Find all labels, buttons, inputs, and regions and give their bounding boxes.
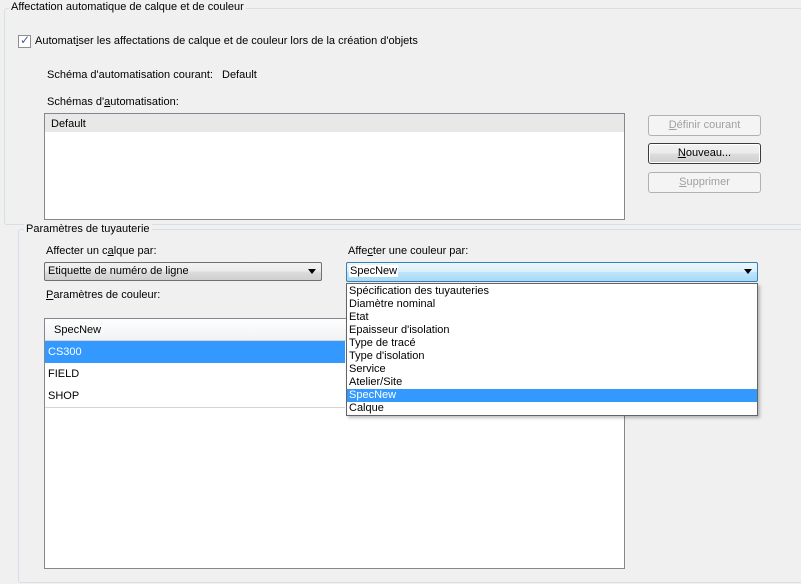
- label-part: Affe: [348, 245, 368, 257]
- chevron-down-icon: [308, 269, 316, 274]
- dropdown-option[interactable]: Etat: [347, 311, 757, 324]
- dropdown-option[interactable]: Atelier/Site: [347, 376, 757, 389]
- table-cell: FIELD: [48, 368, 80, 380]
- label-accel: D: [668, 119, 677, 131]
- dropdown-option[interactable]: Calque: [347, 402, 757, 415]
- label-part: ser les affectations de calque et de cou…: [78, 35, 418, 47]
- table-header-label: SpecNew: [54, 324, 102, 336]
- label-part: upprimer: [686, 176, 730, 188]
- dropdown-option[interactable]: Spécification des tuyauteries: [347, 285, 757, 298]
- color-by-combobox[interactable]: SpecNew: [346, 262, 758, 282]
- table-row[interactable]: CS300: [45, 341, 345, 364]
- chevron-down-icon: [744, 269, 752, 274]
- dropdown-option[interactable]: Diamètre nominal: [347, 298, 757, 311]
- color-by-value: SpecNew: [349, 265, 399, 277]
- schemes-label: Schémas d'automatisation:: [47, 96, 179, 108]
- color-by-dropdown-list[interactable]: Spécification des tuyauteries Diamètre n…: [346, 283, 758, 416]
- label-part: Affecter un c: [46, 245, 108, 257]
- scheme-item-label: Default: [51, 118, 86, 130]
- layer-by-combobox[interactable]: Etiquette de numéro de ligne: [44, 262, 322, 281]
- current-scheme-label: Schéma d'automatisation courant:: [47, 69, 213, 81]
- label-accel: N: [677, 147, 686, 159]
- auto-assign-checkbox-label[interactable]: Automatiser les affectations de calque e…: [35, 35, 418, 47]
- dropdown-option[interactable]: Type d'isolation: [347, 350, 757, 363]
- color-params-label: Paramètres de couleur:: [46, 289, 160, 301]
- label-part: Schémas d': [47, 96, 105, 108]
- table-row[interactable]: FIELD: [45, 363, 345, 386]
- layer-by-value: Etiquette de numéro de ligne: [48, 265, 189, 277]
- schemes-listbox[interactable]: Default: [44, 113, 625, 220]
- label-part: Automat: [35, 35, 76, 47]
- auto-assign-legend: Affectation automatique de calque et de …: [9, 1, 246, 13]
- scheme-item[interactable]: Default: [45, 114, 624, 132]
- current-scheme-value: Default: [222, 69, 257, 81]
- table-cell: SHOP: [48, 390, 80, 402]
- delete-button[interactable]: Supprimer: [648, 172, 761, 193]
- label-part: utomatisation:: [110, 96, 179, 108]
- label-part: lque par:: [113, 245, 157, 257]
- label-part: éfinir courant: [676, 119, 741, 131]
- label-part: aramètres de couleur:: [53, 289, 161, 301]
- color-by-label: Affecter une couleur par:: [348, 245, 468, 257]
- table-cell: CS300: [48, 346, 82, 358]
- new-button[interactable]: Nouveau...: [648, 143, 761, 164]
- piping-legend: Paramètres de tuyauterie: [24, 223, 152, 235]
- label-part: ouveau...: [685, 147, 732, 159]
- layer-by-label: Affecter un calque par:: [46, 245, 157, 257]
- set-current-button[interactable]: Définir courant: [648, 115, 761, 136]
- table-row[interactable]: SHOP: [45, 385, 345, 408]
- checkmark-icon: ✓: [20, 33, 31, 47]
- dropdown-option[interactable]: Type de tracé: [347, 337, 757, 350]
- auto-assign-checkbox[interactable]: ✓: [18, 33, 31, 48]
- dropdown-option[interactable]: Epaisseur d'isolation: [347, 324, 757, 337]
- dropdown-option-selected[interactable]: SpecNew: [347, 389, 757, 402]
- dropdown-option[interactable]: Service: [347, 363, 757, 376]
- label-part: ter une couleur par:: [372, 245, 469, 257]
